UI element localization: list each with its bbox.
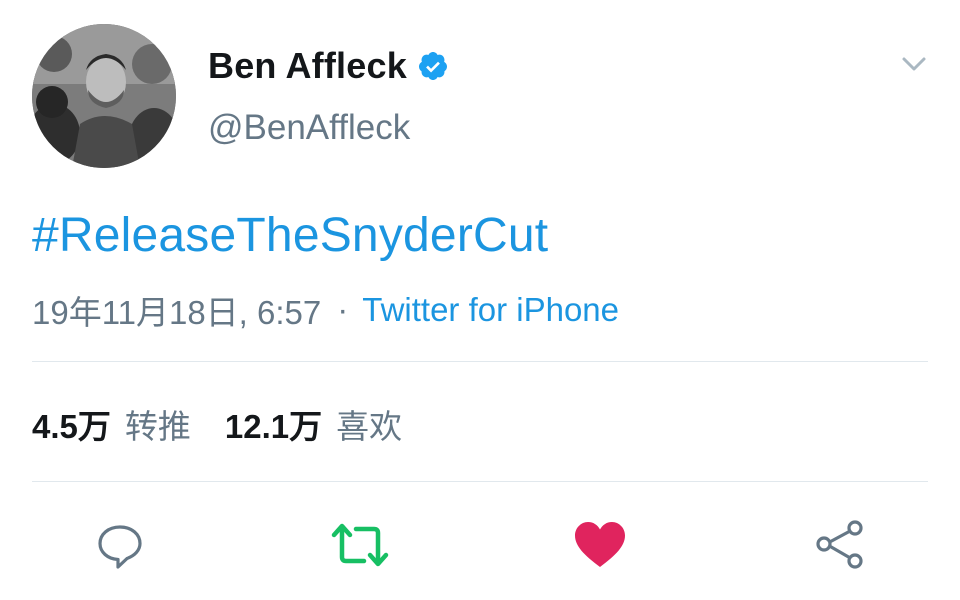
share-icon [816, 520, 863, 569]
like-button[interactable] [570, 515, 630, 575]
retweet-label: 转推 [124, 408, 191, 445]
retweet-button[interactable] [330, 515, 390, 575]
heart-icon [575, 522, 625, 567]
tweet-meta: 19年11月18日, 6:57 · Twitter for iPhone [32, 286, 619, 334]
avatar[interactable] [32, 24, 176, 168]
tweet-source-link[interactable]: Twitter for iPhone [362, 291, 619, 329]
tweet-hashtag-link[interactable]: #ReleaseTheSnyderCut [32, 208, 548, 263]
avatar-photo [32, 24, 176, 168]
retweet-icon [331, 523, 389, 567]
retweet-count-link[interactable]: 4.5万 转推 [32, 400, 191, 448]
meta-separator: · [337, 291, 349, 328]
share-button[interactable] [810, 515, 870, 575]
retweet-count: 4.5万 [32, 408, 111, 445]
reply-button[interactable] [90, 515, 150, 575]
like-label: 喜欢 [336, 408, 403, 445]
like-count: 12.1万 [224, 408, 323, 445]
divider-top [32, 361, 928, 362]
display-name[interactable]: Ben Affleck [208, 45, 407, 87]
user-handle[interactable]: @BenAffleck [208, 108, 410, 148]
like-count-link[interactable]: 12.1万 喜欢 [225, 400, 402, 448]
reply-icon [98, 525, 142, 569]
divider-bottom [32, 481, 928, 482]
verified-badge-icon [418, 52, 447, 80]
name-row: Ben Affleck [208, 44, 449, 88]
chevron-down-icon[interactable] [896, 50, 932, 76]
tweet-timestamp: 19年11月18日, 6:57 [32, 294, 322, 331]
tweet-stats: 4.5万 转推 12.1万 喜欢 [32, 400, 402, 448]
